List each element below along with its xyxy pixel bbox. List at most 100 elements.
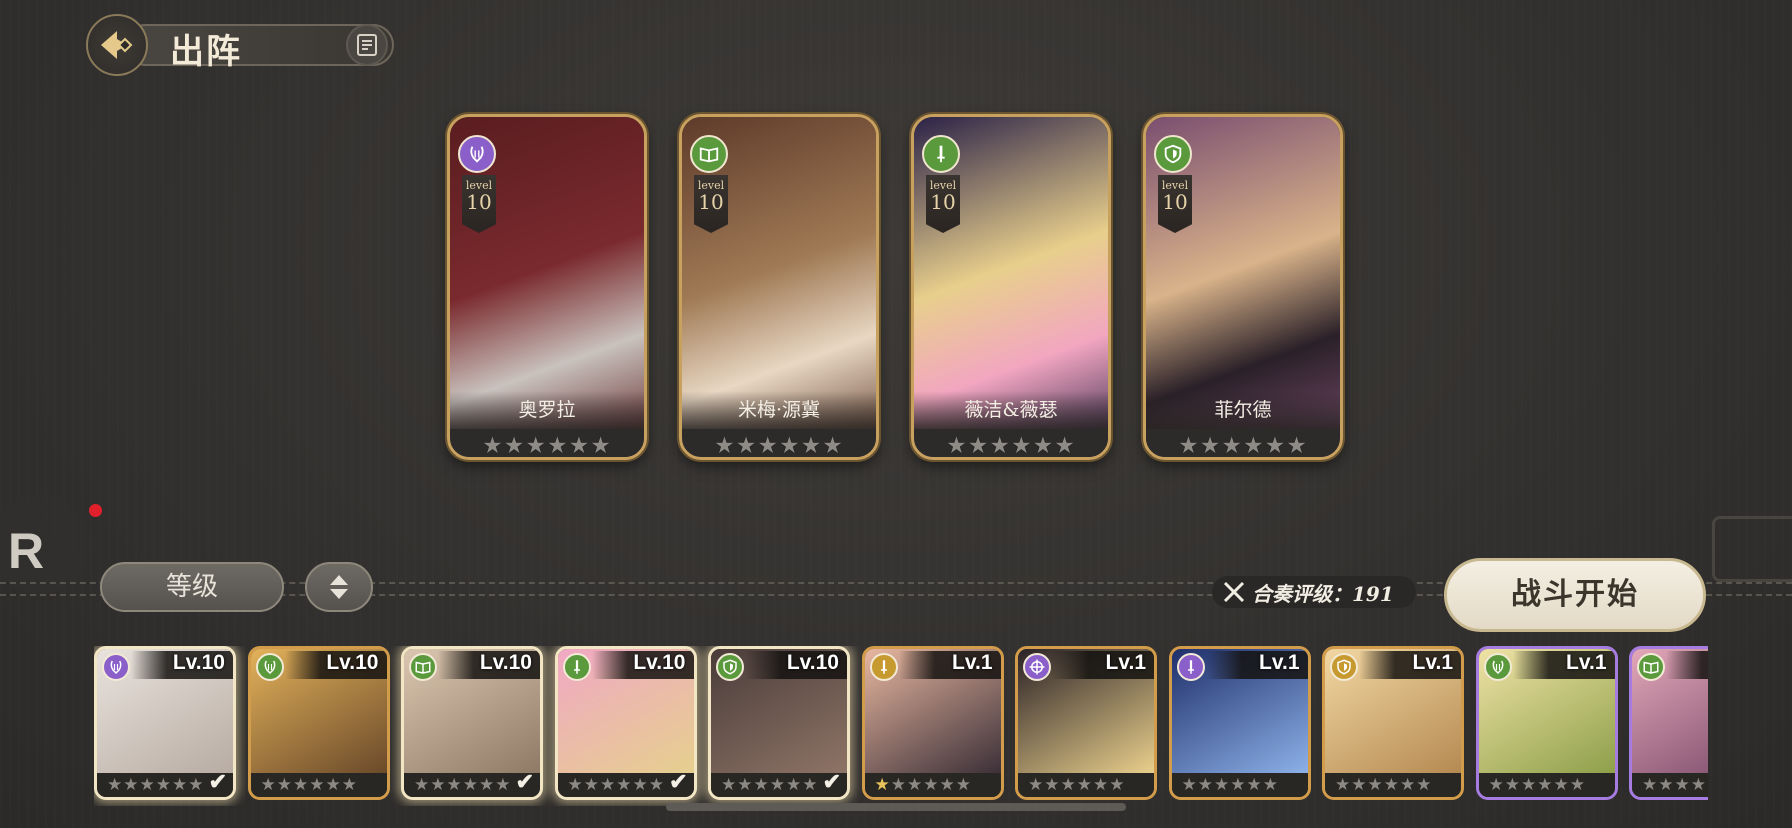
r-side-button[interactable]: R [0, 494, 90, 594]
roster-character[interactable]: Lv.10 ★★★★★★ ✔ [708, 646, 850, 800]
star-icon: ★ [260, 775, 276, 795]
star-icon: ★ [430, 775, 446, 795]
role-badge [1154, 135, 1192, 173]
star-icon: ★ [1264, 433, 1287, 459]
back-emblem-icon [101, 31, 133, 59]
level-label: Lv.10 [326, 651, 379, 674]
star-rating: ★★★★★★ [1171, 773, 1308, 797]
star-icon: ★ [1243, 433, 1265, 459]
star-icon: ★ [1197, 775, 1213, 795]
book-icon [699, 147, 719, 163]
star-icon: ★ [341, 775, 357, 795]
star-icon: ★ [1335, 775, 1351, 795]
roster-scrollbar[interactable] [666, 803, 1126, 811]
star-icon: ★ [955, 775, 971, 795]
star-icon: ★ [946, 433, 968, 459]
roster-character[interactable]: Lv.1 ★★★★★★ [1475, 646, 1618, 800]
lyre-icon [264, 660, 275, 675]
star-icon: ★ [293, 775, 309, 795]
roster-character[interactable]: ★★★★★★ [1629, 646, 1708, 800]
level-bar [1666, 651, 1708, 679]
role-badge [409, 653, 437, 681]
star-icon: ★ [568, 433, 591, 459]
star-icon: ★ [1221, 433, 1243, 459]
star-icon: ★ [547, 433, 569, 459]
star-icon: ★ [188, 775, 204, 795]
role-badge [1023, 653, 1051, 681]
star-icon: ★ [769, 775, 785, 795]
document-icon [357, 34, 377, 56]
star-rating: ★★★★★★ [1325, 773, 1461, 797]
sort-order-button[interactable] [305, 562, 373, 612]
character-roster[interactable]: Lv.10 ★★★★★★ ✔ Lv.10 ★★★★★★ Lv.10 ★★★★★★ ✔ Lv.10… [94, 646, 1708, 806]
roster-character[interactable]: Lv.10 ★★★★★★ ✔ [554, 646, 697, 800]
info-button[interactable] [346, 24, 388, 66]
star-icon: ★ [802, 775, 818, 795]
star-icon: ★ [482, 433, 504, 459]
roster-character[interactable]: Lv.1 ★★★★★★ [1015, 646, 1157, 800]
team-card[interactable]: level 10 薇洁&薇瑟 ★★★★★★ [911, 114, 1111, 460]
star-icon: ★ [757, 433, 779, 459]
roster-character[interactable]: Lv.10 ★★★★★★ ✔ [401, 646, 543, 800]
level-number: 10 [466, 190, 492, 214]
role-badge [1176, 653, 1205, 681]
role-badge [1637, 653, 1665, 681]
star-icon: ★ [1199, 433, 1222, 459]
star-icon: ★ [1076, 775, 1092, 795]
star-icon: ★ [446, 775, 462, 795]
roster-character[interactable]: Lv.10 ★★★★★★ [247, 646, 390, 800]
star-icon: ★ [1521, 775, 1537, 795]
star-icon: ★ [172, 775, 188, 795]
star-icon: ★ [800, 433, 823, 459]
sort-level-button[interactable]: 等级 [100, 562, 284, 612]
roster-character[interactable]: Lv.10 ★★★★★★ ✔ [94, 646, 236, 800]
star-icon: ★ [1642, 775, 1658, 795]
star-icon: ★ [1400, 775, 1416, 795]
level-label: Lv.10 [479, 651, 532, 674]
star-icon: ★ [325, 775, 341, 795]
level-number: 10 [1162, 190, 1188, 214]
level-number: 10 [930, 190, 956, 214]
back-button[interactable] [86, 14, 148, 76]
team-card[interactable]: level 10 奥罗拉 ★★★★★★ [447, 114, 647, 460]
role-badge [869, 653, 898, 681]
role-badge [102, 653, 130, 681]
role-badge [562, 653, 591, 681]
star-icon: ★ [1246, 775, 1262, 795]
roster-character[interactable]: Lv.1 ★★★★★★ [861, 646, 1004, 800]
level-label: Lv.10 [172, 651, 225, 674]
star-icon: ★ [1230, 775, 1246, 795]
star-icon: ★ [1351, 775, 1367, 795]
star-icon: ★ [567, 775, 583, 795]
sword-icon [573, 660, 580, 674]
star-icon: ★ [779, 433, 801, 459]
star-icon: ★ [479, 775, 495, 795]
roster-character[interactable]: Lv.1 ★★★★★★ [1168, 646, 1311, 800]
page-header: 出阵 [86, 14, 394, 76]
star-icon: ★ [155, 775, 171, 795]
notification-dot [89, 504, 102, 517]
star-icon: ★ [462, 775, 478, 795]
star-icon: ★ [1032, 433, 1055, 459]
team-card[interactable]: level 10 米梅·源冀 ★★★★★★ [679, 114, 879, 460]
start-battle-button[interactable]: 战斗开始 [1444, 558, 1706, 632]
role-badge [255, 653, 284, 681]
level-label: Lv.1 [952, 651, 993, 674]
star-rating: ★★★★★★ [1632, 773, 1708, 797]
star-icon: ★ [1690, 775, 1706, 795]
star-icon: ★ [525, 433, 547, 459]
star-icon: ★ [648, 775, 664, 795]
level-number: 10 [698, 190, 724, 214]
star-icon: ★ [1416, 775, 1432, 795]
star-rating: ★★★★★★ [682, 429, 876, 459]
star-icon: ★ [632, 775, 648, 795]
team-card[interactable]: level 10 菲尔德 ★★★★★★ [1143, 114, 1343, 460]
role-badge [1483, 653, 1512, 681]
character-name: 米梅·源冀 [682, 391, 876, 429]
roster-character[interactable]: Lv.1 ★★★★★★ [1322, 646, 1464, 800]
level-flag: level 10 [1158, 175, 1192, 233]
level-label: Lv.1 [1566, 651, 1607, 674]
level-flag: level 10 [926, 175, 960, 233]
page-title: 出阵 [170, 32, 242, 72]
book-icon [1643, 661, 1659, 674]
